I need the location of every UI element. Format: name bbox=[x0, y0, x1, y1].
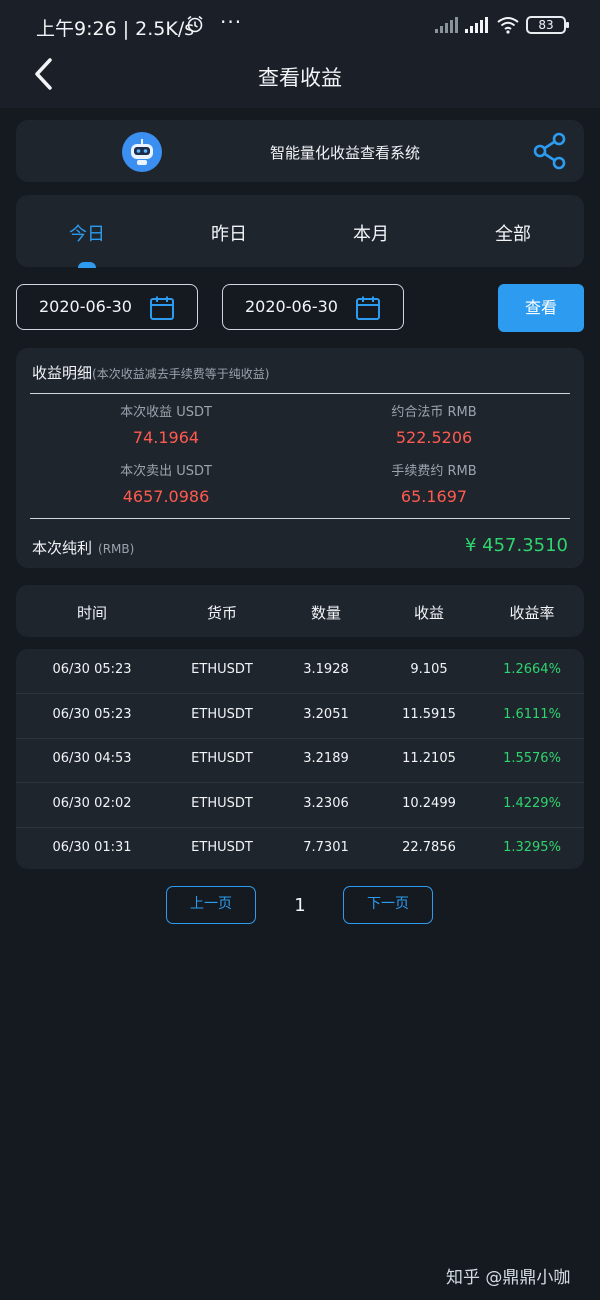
cell-rate: 1.2664% bbox=[503, 662, 561, 677]
metric-value: 4657.0986 bbox=[122, 487, 210, 506]
cell-currency: ETHUSDT bbox=[191, 840, 253, 855]
row-divider bbox=[16, 693, 584, 694]
signal-icon bbox=[435, 17, 458, 33]
cell-currency: ETHUSDT bbox=[191, 795, 253, 811]
start-date-value: 2020-06-30 bbox=[39, 297, 132, 316]
row-divider bbox=[16, 782, 584, 783]
metric-value: 74.1964 bbox=[132, 428, 200, 447]
cell-profit: 9.105 bbox=[410, 662, 448, 677]
divider bbox=[30, 393, 570, 394]
detail-heading-text: 收益明细 bbox=[32, 364, 93, 382]
share-icon[interactable] bbox=[532, 132, 568, 170]
status-more-dots: ··· bbox=[220, 10, 243, 34]
cell-currency: ETHUSDT bbox=[191, 662, 253, 677]
cell-time: 06/30 02:02 bbox=[52, 795, 132, 811]
prev-page-button[interactable]: 上一页 bbox=[166, 886, 256, 924]
metric-label: 本次收益 USDT bbox=[120, 405, 212, 420]
net-profit-label-text: 本次纯利 bbox=[32, 539, 93, 557]
net-profit-unit: (RMB) bbox=[98, 542, 135, 556]
row-divider bbox=[16, 826, 584, 828]
column-header-profit: 收益 bbox=[413, 604, 444, 622]
page-number: 1 bbox=[294, 895, 306, 916]
cell-profit: 10.2499 bbox=[402, 795, 456, 811]
active-tab-indicator bbox=[78, 262, 96, 268]
next-page-button[interactable]: 下一页 bbox=[343, 886, 433, 924]
tab-today[interactable]: 今日 bbox=[16, 220, 158, 246]
detail-heading: 收益明细(本次收益减去手续费等于纯收益) bbox=[32, 362, 269, 383]
signal-icon bbox=[465, 17, 488, 33]
cell-rate: 1.3295% bbox=[503, 840, 561, 855]
page-title: 查看收益 bbox=[258, 66, 342, 90]
cell-time: 06/30 04:53 bbox=[52, 751, 132, 766]
cell-quantity: 7.7301 bbox=[303, 840, 349, 855]
metric-label: 手续费约 RMB bbox=[391, 464, 477, 479]
cell-rate: 1.6111% bbox=[503, 706, 561, 722]
metric-value: 65.1697 bbox=[400, 487, 468, 506]
calendar-icon bbox=[356, 296, 380, 320]
end-date-value: 2020-06-30 bbox=[245, 297, 338, 316]
battery-icon: 83 bbox=[526, 16, 569, 34]
cell-quantity: 3.2306 bbox=[303, 795, 349, 811]
robot-icon bbox=[122, 132, 162, 172]
tab-yesterday[interactable]: 昨日 bbox=[158, 220, 300, 246]
cell-profit: 11.5915 bbox=[402, 706, 456, 722]
column-header-time: 时间 bbox=[76, 604, 107, 622]
metric-value: 522.5206 bbox=[395, 428, 473, 447]
metric-label: 约合法币 RMB bbox=[391, 405, 477, 420]
cell-rate: 1.4229% bbox=[503, 795, 561, 811]
start-date-field[interactable]: 2020-06-30 bbox=[16, 284, 198, 330]
net-profit-value: ¥ 457.3510 bbox=[464, 535, 568, 556]
divider bbox=[30, 518, 570, 519]
cell-time: 06/30 05:23 bbox=[52, 706, 132, 722]
net-profit-label: 本次纯利 (RMB) bbox=[32, 537, 134, 558]
column-header-quantity: 数量 bbox=[310, 604, 341, 622]
tab-this-month[interactable]: 本月 bbox=[300, 220, 442, 246]
end-date-field[interactable]: 2020-06-30 bbox=[222, 284, 404, 330]
cell-time: 06/30 05:23 bbox=[52, 662, 132, 677]
column-header-currency: 货币 bbox=[206, 604, 237, 622]
view-button[interactable]: 查看 bbox=[498, 284, 584, 332]
cell-quantity: 3.2189 bbox=[303, 751, 349, 766]
calendar-icon bbox=[150, 296, 174, 320]
cell-time: 06/30 01:31 bbox=[52, 840, 132, 855]
cell-currency: ETHUSDT bbox=[191, 751, 253, 766]
row-divider bbox=[16, 737, 584, 739]
cell-currency: ETHUSDT bbox=[191, 706, 253, 722]
wifi-icon bbox=[497, 17, 519, 34]
status-time: 上午9:26 | 2.5K/s bbox=[36, 18, 195, 40]
tab-all[interactable]: 全部 bbox=[442, 220, 584, 246]
metric-label: 本次卖出 USDT bbox=[120, 464, 212, 479]
cell-rate: 1.5576% bbox=[503, 751, 561, 766]
column-header-rate: 收益率 bbox=[509, 604, 555, 622]
system-title: 智能量化收益查看系统 bbox=[269, 144, 420, 162]
detail-note: (本次收益减去手续费等于纯收益) bbox=[92, 367, 270, 381]
alarm-icon bbox=[187, 15, 203, 33]
watermark: 知乎 @鼎鼎小咖 bbox=[446, 1268, 571, 1288]
cell-profit: 11.2105 bbox=[402, 751, 456, 766]
cell-quantity: 3.1928 bbox=[303, 662, 349, 677]
cell-profit: 22.7856 bbox=[402, 840, 456, 855]
cell-quantity: 3.2051 bbox=[303, 706, 349, 722]
